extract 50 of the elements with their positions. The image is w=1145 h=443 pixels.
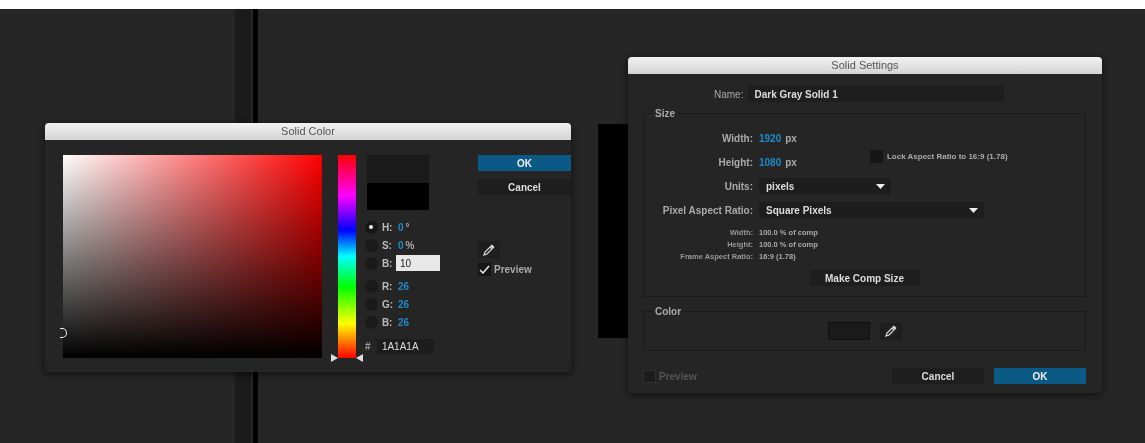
field-value[interactable]: 1080 bbox=[759, 156, 782, 168]
color-swatch bbox=[366, 155, 429, 210]
color-field[interactable] bbox=[63, 155, 323, 358]
caret-icon bbox=[969, 207, 978, 213]
field-label: Height: bbox=[717, 156, 754, 168]
field-value[interactable]: 0 bbox=[397, 221, 404, 233]
eyedropper-button[interactable] bbox=[478, 241, 500, 258]
caret-icon bbox=[876, 183, 885, 189]
field-label: H: bbox=[381, 221, 394, 233]
field-label: B: bbox=[381, 316, 394, 328]
eyedropper-icon bbox=[884, 325, 897, 337]
field-value[interactable]: 26 bbox=[397, 298, 409, 310]
field-label: Width: bbox=[721, 132, 754, 144]
checkbox-label: Preview bbox=[494, 264, 532, 275]
preview-checkbox[interactable] bbox=[478, 263, 491, 276]
slider-thumb[interactable] bbox=[331, 354, 364, 362]
window-title: Solid Color bbox=[45, 123, 571, 140]
radio-button[interactable] bbox=[364, 220, 378, 234]
ok-button[interactable]: OK bbox=[994, 368, 1086, 384]
field-value[interactable]: 1920 bbox=[759, 132, 782, 144]
group-legend: Size bbox=[652, 108, 678, 119]
unit-label: ° bbox=[405, 221, 410, 233]
unit-label: % bbox=[405, 239, 415, 251]
field-label: B: bbox=[381, 257, 394, 269]
pixel-aspect-dropdown[interactable]: Square Pixels bbox=[759, 202, 984, 218]
cancel-button[interactable]: Cancel bbox=[892, 368, 984, 384]
ok-button[interactable]: OK bbox=[478, 155, 571, 171]
field-label: R: bbox=[381, 280, 394, 292]
units-dropdown[interactable]: pixels bbox=[759, 178, 891, 194]
eyedropper-button[interactable] bbox=[879, 322, 902, 340]
eyedropper-icon bbox=[483, 243, 495, 256]
hex-field[interactable]: 1A1A1A bbox=[376, 339, 434, 354]
field-label: S: bbox=[381, 239, 393, 251]
field-label: Units: bbox=[723, 180, 754, 192]
cancel-button[interactable]: Cancel bbox=[478, 179, 571, 195]
unit-label: px bbox=[785, 156, 797, 168]
field-value[interactable]: 26 bbox=[397, 280, 409, 292]
field-value[interactable]: 0 bbox=[397, 239, 404, 251]
field-label: Name: bbox=[714, 88, 744, 100]
name-field[interactable]: Dark Gray Solid 1 bbox=[748, 86, 1005, 102]
group-legend: Color bbox=[652, 306, 685, 317]
checkbox-label: Lock Aspect Ratio to 16:9 (1.78) bbox=[886, 152, 1008, 161]
field-label: Pixel Aspect Ratio: bbox=[661, 204, 754, 216]
unit-label: px bbox=[785, 132, 797, 144]
field-value[interactable]: 26 bbox=[397, 316, 409, 328]
field-label: G: bbox=[381, 298, 394, 310]
make-comp-size-button[interactable]: Make Comp Size bbox=[809, 270, 920, 286]
hash-label: # bbox=[364, 341, 372, 352]
input-field[interactable]: 10 bbox=[395, 255, 440, 271]
window-title: Solid Settings bbox=[628, 57, 1102, 74]
